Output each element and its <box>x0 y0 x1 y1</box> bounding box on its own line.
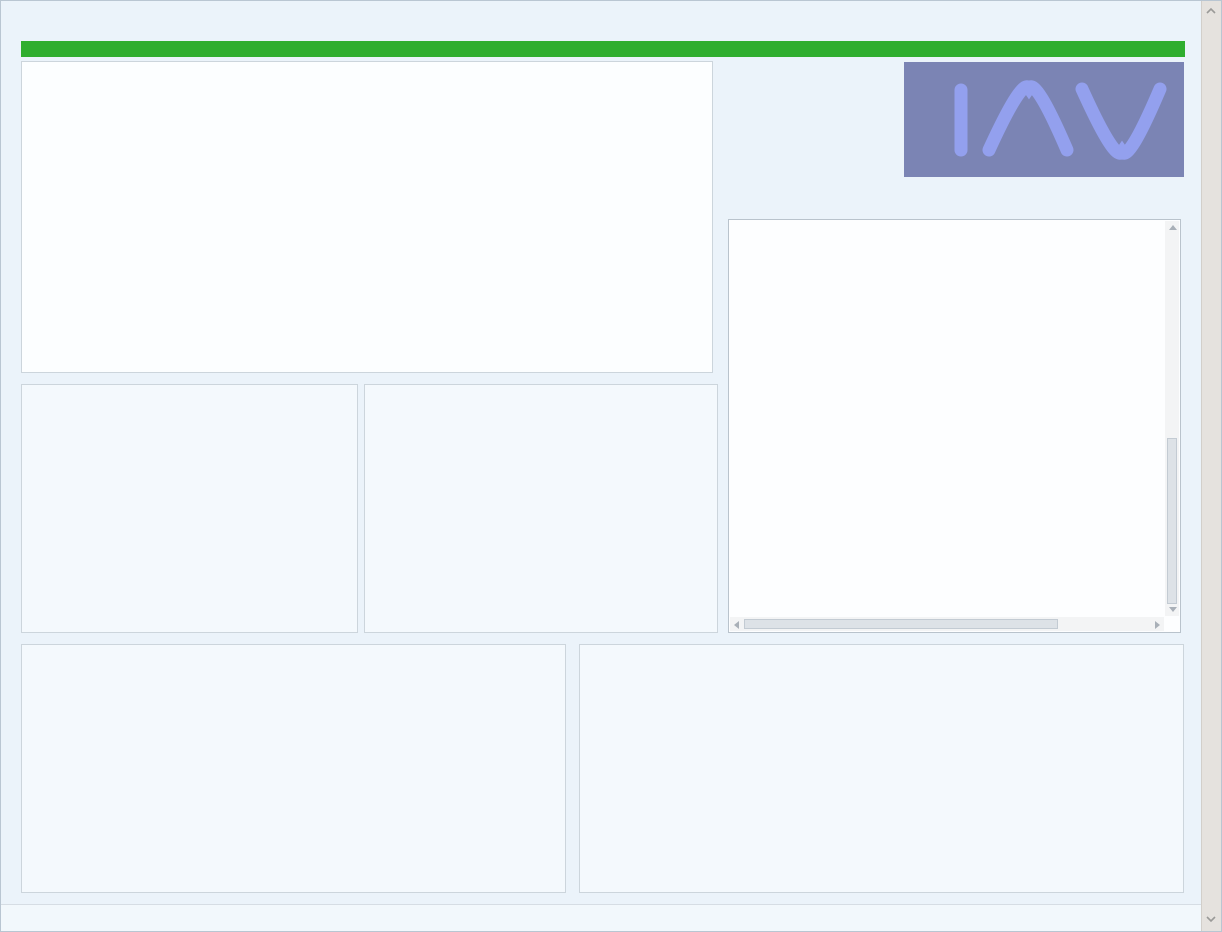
app-window <box>0 0 1222 932</box>
current-plot-panel <box>21 384 358 633</box>
scroll-right-icon[interactable] <box>1155 621 1160 629</box>
progress-fill <box>21 41 1185 57</box>
log-vertical-scrollbar[interactable] <box>1165 221 1179 616</box>
scroll-down-icon[interactable] <box>1169 607 1177 612</box>
voltage-chart[interactable] <box>22 645 565 892</box>
model-3d-view[interactable] <box>22 62 712 372</box>
log-vscroll-thumb[interactable] <box>1167 438 1177 604</box>
open-in-window-icon[interactable] <box>687 391 709 411</box>
iav-logo-glyphs <box>904 62 1184 177</box>
iav-logo <box>904 62 1184 177</box>
open-in-window-icon[interactable] <box>327 391 349 411</box>
scroll-left-icon[interactable] <box>734 621 739 629</box>
model-3d-panel <box>21 61 713 373</box>
scroll-up-icon[interactable] <box>1169 225 1177 230</box>
chevron-up-icon[interactable] <box>1204 5 1218 17</box>
inflow-plot-panel <box>364 384 718 633</box>
log-horizontal-scrollbar[interactable] <box>730 617 1164 631</box>
chevron-down-icon[interactable] <box>1204 913 1218 925</box>
voltage-plot-panel <box>21 644 566 893</box>
footer-bar <box>1 904 1202 932</box>
open-in-window-icon[interactable] <box>682 68 704 88</box>
temperature-chart[interactable] <box>580 645 1183 892</box>
current-chart[interactable] <box>22 385 357 632</box>
log-console[interactable] <box>728 219 1181 633</box>
log-hscroll-thumb[interactable] <box>744 619 1058 629</box>
window-scrollbar[interactable] <box>1201 1 1221 931</box>
temperature-plot-panel <box>579 644 1184 893</box>
open-in-window-icon[interactable] <box>1155 651 1177 671</box>
progress-bar <box>21 41 1185 57</box>
inflow-chart[interactable] <box>365 385 717 632</box>
open-in-window-icon[interactable] <box>525 651 547 671</box>
